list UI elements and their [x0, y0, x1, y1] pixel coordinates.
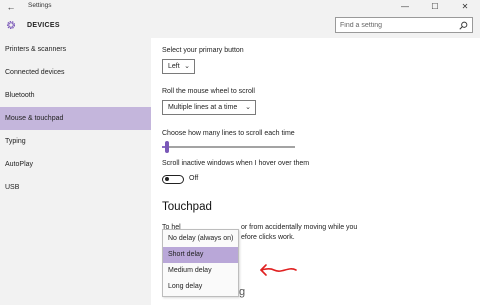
menu-option-long-delay[interactable]: Long delay	[163, 279, 238, 295]
page-header: DEVICES	[0, 14, 480, 38]
touchpad-desc-line1-end: or from accidentally moving while you	[241, 224, 358, 231]
back-button[interactable]: ←	[4, 1, 18, 13]
sidebar-item-typing[interactable]: Typing	[0, 130, 151, 153]
inactive-scroll-label: Scroll inactive windows when I hover ove…	[162, 160, 310, 167]
toggle-state-text: Off	[189, 175, 199, 182]
sidebar-item-usb[interactable]: USB	[0, 176, 151, 199]
search-input[interactable]	[340, 20, 450, 31]
search-box[interactable]	[335, 17, 473, 33]
close-button[interactable]: ✕	[458, 1, 472, 13]
gear-icon	[6, 20, 16, 30]
inactive-scroll-toggle[interactable]	[162, 175, 184, 184]
menu-option-medium-delay[interactable]: Medium delay	[163, 263, 238, 279]
wheel-scroll-dropdown[interactable]: Multiple lines at a time ⌄	[162, 100, 256, 115]
touchpad-delay-menu: No delay (always on) Short delay Medium …	[162, 229, 239, 297]
sidebar-item-autoplay[interactable]: AutoPlay	[0, 153, 151, 176]
chevron-down-icon: ⌄	[184, 63, 190, 70]
touchpad-heading: Touchpad	[162, 201, 212, 213]
lines-to-scroll-label: Choose how many lines to scroll each tim…	[162, 130, 295, 137]
title-bar: ← Settings — ☐ ✕	[0, 0, 480, 14]
touchpad-desc-line2-end: efore clicks work.	[241, 234, 295, 241]
sidebar-item-mouse-touchpad[interactable]: Mouse & touchpad	[0, 107, 151, 130]
app-title: Settings	[28, 2, 52, 9]
primary-button-dropdown[interactable]: Left ⌄	[162, 59, 195, 74]
lines-slider-thumb[interactable]	[164, 141, 169, 153]
minimize-button[interactable]: —	[398, 1, 412, 13]
chevron-down-icon: ⌄	[245, 104, 251, 111]
search-icon[interactable]	[459, 21, 468, 30]
maximize-button[interactable]: ☐	[428, 1, 442, 13]
sidebar-item-printers-scanners[interactable]: Printers & scanners	[0, 38, 151, 61]
menu-option-no-delay[interactable]: No delay (always on)	[163, 231, 238, 247]
primary-button-label: Select your primary button	[162, 47, 244, 54]
sidebar-item-bluetooth[interactable]: Bluetooth	[0, 84, 151, 107]
wheel-scroll-label: Roll the mouse wheel to scroll	[162, 88, 255, 95]
primary-button-value: Left	[168, 63, 180, 70]
partial-setting-text: g	[239, 286, 246, 298]
page-title: DEVICES	[27, 22, 60, 29]
lines-slider-track[interactable]	[162, 146, 295, 148]
sidebar-item-connected-devices[interactable]: Connected devices	[0, 61, 151, 84]
menu-option-short-delay[interactable]: Short delay	[163, 247, 238, 263]
annotation-arrow-icon	[260, 264, 297, 276]
wheel-scroll-value: Multiple lines at a time	[168, 104, 238, 111]
toggle-knob	[165, 177, 169, 182]
sidebar: Printers & scanners Connected devices Bl…	[0, 38, 151, 305]
